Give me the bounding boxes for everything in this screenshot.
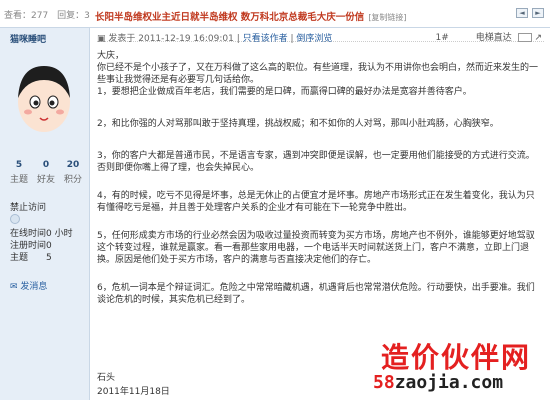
para-point-6: 6，危机一词本是个辩证词汇。危险之中常常暗藏机遇，机遇背后也常常潜伏危险。行动要…: [97, 283, 535, 305]
watermark-url-rest: zaojia.com: [394, 372, 504, 393]
thread-nav: ◄ ►: [516, 8, 544, 18]
watermark-url-num: 58: [373, 372, 395, 393]
info-register-value: 0: [46, 241, 52, 251]
site-watermark: 造价伙伴网 58zaojia.com: [373, 332, 550, 400]
post-signature: 石头 2011年11月18日: [97, 371, 170, 399]
info-register-label: 注册时间: [10, 241, 47, 251]
author-sidebar: 猫咪睡吧 5 主题 0 好友 20 积分 禁止访问 在线时间 0 小时 注册时间 0 主题…: [0, 28, 90, 400]
count-points[interactable]: 20 积分: [60, 160, 86, 185]
send-message-label[interactable]: 发消息: [20, 282, 47, 292]
count-points-value[interactable]: 20: [60, 160, 86, 170]
elevator-go-icon[interactable]: ↗: [534, 33, 542, 43]
thread-title[interactable]: 长阳半岛维权业主近日就半岛维权 数万科北京总裁毛大庆一份信 [复制链接]: [95, 9, 407, 23]
reverse-order-link[interactable]: 倒序浏览: [296, 34, 332, 44]
thread-header: 查看：277 回复：3 长阳半岛维权业主近日就半岛维权 数万科北京总裁毛大庆一份…: [0, 0, 550, 28]
info-threads-label: 主题: [10, 253, 29, 263]
watermark-logo-text: 造价伙伴网: [381, 341, 532, 374]
info-threads: 主题 5: [10, 252, 90, 264]
info-register: 注册时间 0: [10, 240, 90, 252]
info-online-value: 0 小时: [46, 229, 73, 239]
reply-count: 回复：3: [57, 11, 90, 21]
thread-title-text[interactable]: 长阳半岛维权业主近日就半岛维权 数万科北京总裁毛大庆一份信: [95, 12, 364, 23]
info-threads-value: 5: [46, 253, 52, 263]
author-name[interactable]: 猫咪睡吧: [10, 32, 46, 45]
view-count: 查看：277: [4, 11, 49, 21]
watermark-url: 58zaojia.com: [373, 372, 503, 393]
elevator-label: 电梯直达: [475, 33, 512, 43]
count-threads-value[interactable]: 5: [6, 160, 32, 170]
para-point-1: 1，要想把企业做成百年老店，我们需要的是口碑，而赢得口碑的最好办法是宽容并善待客…: [97, 87, 472, 97]
user-rank: 禁止访问: [10, 203, 47, 213]
info-online: 在线时间 0 小时: [10, 228, 90, 240]
count-friends[interactable]: 0 好友: [33, 160, 59, 185]
count-threads[interactable]: 5 主题: [6, 160, 32, 185]
count-points-label[interactable]: 积分: [60, 172, 86, 185]
para-point-5: 5，任何形成卖方市场的行业必然会因为吸收过量投资而转变为买方市场，房地产也不例外…: [97, 231, 535, 265]
only-author-link[interactable]: 只看该作者: [243, 34, 288, 44]
send-message-button[interactable]: ✉ 发消息: [10, 279, 47, 292]
post-body: 大庆， 你已经不是个小孩子了，又在万科做了这么高的职位。有些道理，我认为不用讲你…: [97, 50, 542, 306]
para-point-4: 4，有的时候，吃亏不见得是坏事，总是无休止的占便宜才是坏事。房地产市场形式正在发…: [97, 191, 535, 213]
post-icon: ▣: [97, 34, 106, 44]
thread-stats: 查看：277 回复：3: [4, 8, 96, 21]
post-meta: ▣ 发表于 2011-12-19 16:09:01 | 只看该作者 | 倒序浏览: [97, 34, 333, 44]
author-info: 在线时间 0 小时 注册时间 0 主题 5: [10, 228, 90, 264]
author-counts: 5 主题 0 好友 20 积分: [6, 160, 86, 185]
info-online-label: 在线时间: [10, 229, 47, 239]
signature-date: 2011年11月18日: [97, 387, 170, 397]
count-friends-label[interactable]: 好友: [33, 172, 59, 185]
elevator-input[interactable]: [517, 33, 532, 42]
post-right-tools: 1# 电梯直达 ↗: [436, 30, 542, 43]
copy-link-button[interactable]: [复制链接]: [368, 13, 406, 22]
post-time: 发表于 2011-12-19 16:09:01: [108, 34, 234, 44]
prev-thread-icon[interactable]: ◄: [516, 8, 528, 18]
floor-number: 1#: [435, 33, 449, 43]
next-thread-icon[interactable]: ►: [532, 8, 544, 18]
para-point-2: 2，和比你强的人对骂那叫敢于坚持真理，挑战权威；和不如你的人对骂，那叫小肚鸡肠，…: [97, 119, 499, 129]
count-threads-label[interactable]: 主题: [6, 172, 32, 185]
para-intro: 你已经不是个小孩子了，又在万科做了这么高的职位。有些道理，我认为不用讲你也会明白…: [97, 63, 539, 85]
signature-name: 石头: [97, 373, 116, 383]
para-greeting: 大庆，: [97, 51, 125, 61]
para-point-3: 3，你的客户大都是普通市民，不是语言专家，遇到冲突即便是误解，也一定要用他们能接…: [97, 151, 535, 173]
rank-medal-icon: [10, 214, 20, 224]
post-header: ▣ 发表于 2011-12-19 16:09:01 | 只看该作者 | 倒序浏览…: [97, 28, 544, 44]
count-friends-value[interactable]: 0: [33, 160, 59, 170]
avatar[interactable]: [14, 58, 74, 138]
